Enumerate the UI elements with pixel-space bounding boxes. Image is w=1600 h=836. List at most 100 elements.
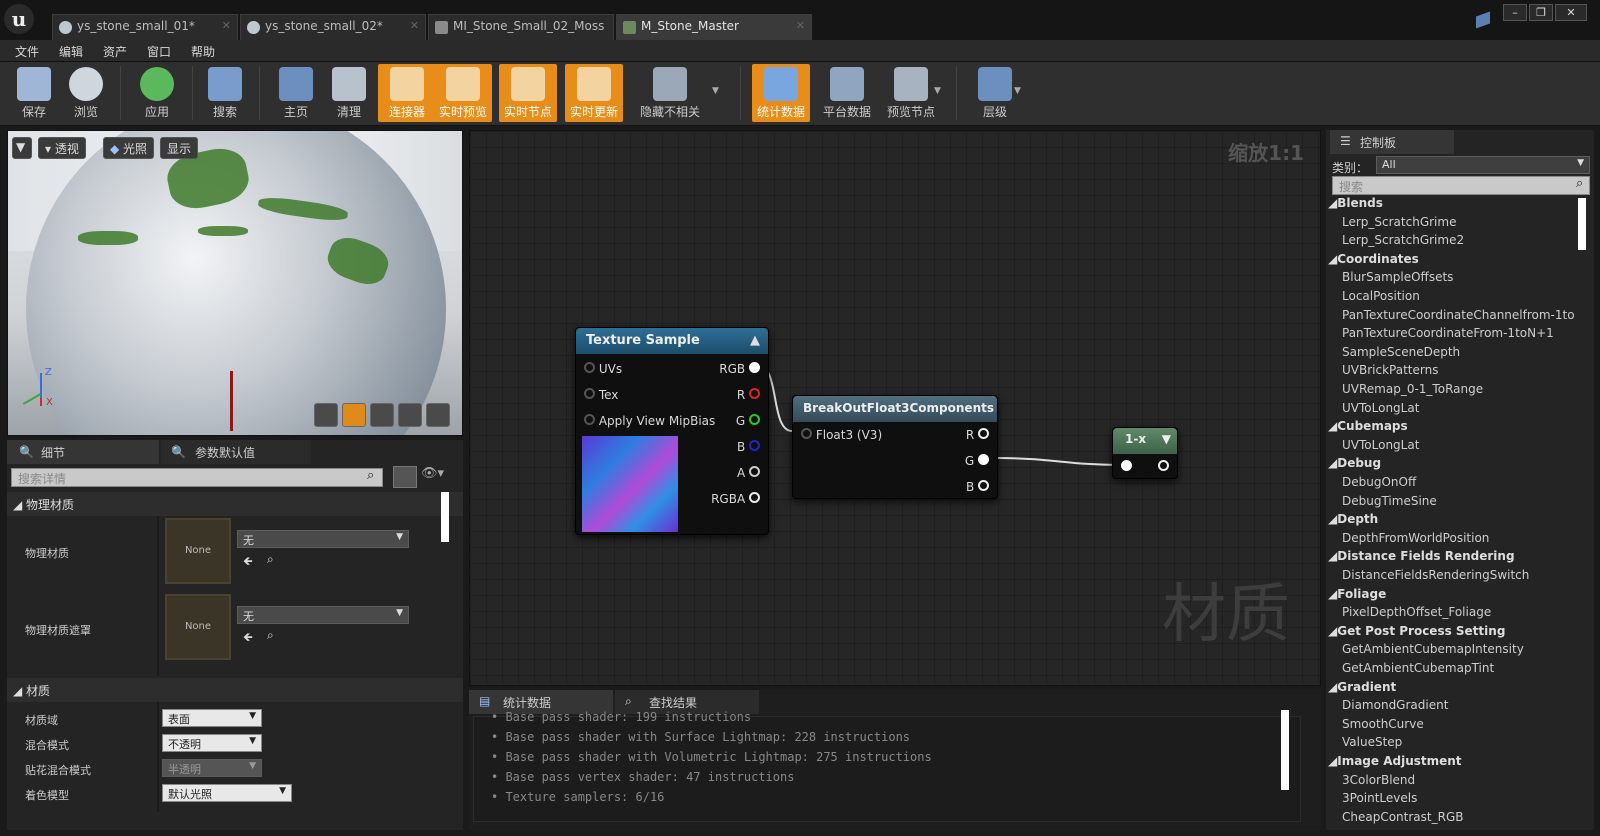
category-physical-material[interactable]: ◢ 物理材质 <box>7 492 463 516</box>
palette-item[interactable]: PixelDepthOffset_Foliage <box>1342 605 1491 619</box>
palette-item[interactable]: DebugTimeSine <box>1342 494 1437 508</box>
show-button[interactable]: 显示 <box>160 137 199 159</box>
collapse-arrow-icon[interactable]: ▼ <box>1162 432 1171 446</box>
category-material[interactable]: ◢ 材质 <box>7 678 463 702</box>
search-button[interactable]: 搜索 <box>196 64 254 122</box>
scrollbar-thumb[interactable] <box>441 492 449 542</box>
palette-category[interactable]: ◢Image Adjustment <box>1328 754 1462 768</box>
preview-viewport[interactable]: Z X ▼ ▾ 透视 ◆ 光照 显示 <box>7 130 463 436</box>
browse-magnifier-icon[interactable]: ⌕ <box>267 552 274 567</box>
eye-icon[interactable]: 👁▾ <box>421 466 451 488</box>
close-icon[interactable]: ✕ <box>410 19 419 32</box>
pin-float3[interactable]: Float3 (V3) <box>801 428 882 442</box>
chevron-down-icon[interactable]: ▼ <box>712 86 719 96</box>
pin-rgb[interactable]: RGB <box>719 362 760 376</box>
palette-item[interactable]: CheapContrast_RGB <box>1342 810 1463 824</box>
pin-output[interactable] <box>1158 460 1169 474</box>
pin-r[interactable]: R <box>737 388 760 402</box>
unreal-logo-icon[interactable]: u <box>4 4 34 34</box>
close-icon[interactable]: ✕ <box>796 19 805 32</box>
shading-model-select[interactable]: 默认光照 ▼ <box>162 784 292 802</box>
palette-item[interactable]: UVRemap_0-1_ToRange <box>1342 382 1483 396</box>
plane-preview-button[interactable] <box>370 403 394 427</box>
pin-g[interactable]: G <box>736 414 760 428</box>
palette-item[interactable]: DistanceFieldsRenderingSwitch <box>1342 568 1529 582</box>
browse-button[interactable]: 浏览 <box>57 64 115 122</box>
collapse-arrow-icon[interactable]: ▲ <box>750 333 760 348</box>
palette-item[interactable]: LocalPosition <box>1342 289 1420 303</box>
palette-category[interactable]: ◢Gradient <box>1328 680 1396 694</box>
tab-m-stone-master[interactable]: M_Stone_Master ✕ <box>616 14 812 40</box>
palette-item[interactable]: 3ColorBlend <box>1342 773 1415 787</box>
palette-item[interactable]: DebugOnOff <box>1342 475 1416 489</box>
palette-item[interactable]: Lerp_ScratchGrime2 <box>1342 233 1464 247</box>
palette-item[interactable]: GetAmbientCubemapTint <box>1342 661 1494 675</box>
browse-magnifier-icon[interactable]: ⌕ <box>267 628 274 643</box>
tab-palette[interactable]: ☰ 控制板 <box>1330 130 1454 154</box>
maximize-button[interactable]: ❐ <box>1529 4 1553 21</box>
palette-category[interactable]: ◢Distance Fields Rendering <box>1328 549 1515 563</box>
pin-input[interactable] <box>1121 460 1132 474</box>
chevron-down-icon[interactable]: ▼ <box>1014 86 1021 96</box>
palette-item[interactable]: 3PointLevels <box>1342 791 1417 805</box>
palette-category[interactable]: ◢Get Post Process Setting <box>1328 624 1505 638</box>
palette-item[interactable]: PanTextureCoordinateChannelfrom-1to <box>1342 308 1575 322</box>
palette-item[interactable]: DepthFromWorldPosition <box>1342 531 1489 545</box>
stats-toggle[interactable]: 统计数据 <box>752 64 810 122</box>
menu-window[interactable]: 窗口 <box>147 43 171 60</box>
palette-item[interactable]: DiamondGradient <box>1342 698 1448 712</box>
texture-sample-node[interactable]: Texture Sample ▲ UVs Tex Apply View MipBi… <box>575 327 769 535</box>
palette-category[interactable]: ◢Foliage <box>1328 587 1386 601</box>
breakout-float3-node[interactable]: BreakOutFloat3Components Float3 (V3) R G… <box>792 395 998 499</box>
palette-search-input[interactable]: 搜索 <box>1332 176 1590 195</box>
pin-a[interactable]: A <box>737 466 760 480</box>
pin-out-g[interactable]: G <box>965 454 989 468</box>
phys-mask-thumbnail[interactable]: None <box>165 594 231 660</box>
phys-mask-combo[interactable]: 无 ▼ <box>237 606 409 624</box>
menu-file[interactable]: 文件 <box>15 43 39 60</box>
details-search-input[interactable]: 搜索详情 <box>11 468 383 487</box>
platform-stats-button[interactable]: 平台数据 <box>816 64 878 122</box>
palette-item[interactable]: PanTextureCoordinateFrom-1toN+1 <box>1342 326 1554 340</box>
save-button[interactable]: 保存 <box>5 64 63 122</box>
pin-tex[interactable]: Tex <box>584 388 618 402</box>
palette-category[interactable]: ◢Debug <box>1328 456 1381 470</box>
palette-item[interactable]: ValueStep <box>1342 735 1402 749</box>
menu-asset[interactable]: 资产 <box>103 43 127 60</box>
material-domain-select[interactable]: 表面 ▼ <box>162 709 262 727</box>
apply-button[interactable]: 应用 <box>128 64 186 122</box>
pin-out-r[interactable]: R <box>966 428 989 442</box>
scrollbar-thumb[interactable] <box>1281 710 1289 790</box>
pin-rgba[interactable]: RGBA <box>711 492 760 506</box>
tab-mi-stone-small-02-moss[interactable]: MI_Stone_Small_02_Moss <box>428 14 614 40</box>
live-update-toggle[interactable]: 实时更新 <box>565 64 623 122</box>
viewport-options-button[interactable]: ▼ <box>12 137 32 159</box>
tab-ys-stone-small-01[interactable]: ys_stone_small_01* ✕ <box>52 14 238 40</box>
palette-category[interactable]: ◢Depth <box>1328 512 1378 526</box>
palette-item[interactable]: SmoothCurve <box>1342 717 1424 731</box>
sphere-preview-button[interactable] <box>342 403 366 427</box>
pin-uvs[interactable]: UVs <box>584 362 622 376</box>
home-button[interactable]: 主页 <box>267 64 325 122</box>
palette-item[interactable]: Lerp_ScratchGrime <box>1342 215 1456 229</box>
view-grid-icon[interactable] <box>393 466 417 488</box>
live-nodes-toggle[interactable]: 实时节点 <box>499 64 557 122</box>
palette-item[interactable]: SampleSceneDepth <box>1342 345 1460 359</box>
scrollbar-thumb[interactable] <box>1578 198 1586 250</box>
live-preview-toggle[interactable]: 实时预览 <box>434 64 492 122</box>
lit-button[interactable]: ◆ 光照 <box>103 137 155 159</box>
one-minus-node[interactable]: 1-x ▼ <box>1112 427 1178 479</box>
tab-details[interactable]: 🔍 细节 <box>7 440 159 464</box>
menu-edit[interactable]: 编辑 <box>59 43 83 60</box>
cube-preview-button[interactable] <box>398 403 422 427</box>
pin-b[interactable]: B <box>737 440 760 454</box>
blend-mode-select[interactable]: 不透明 ▼ <box>162 734 262 752</box>
mesh-preview-button[interactable] <box>426 403 450 427</box>
palette-category[interactable]: ◢Coordinates <box>1328 252 1419 266</box>
palette-item[interactable]: UVToLongLat <box>1342 438 1419 452</box>
tab-parameter-defaults[interactable]: 🔍 参数默认值 <box>161 440 311 464</box>
palette-item[interactable]: UVBrickPatterns <box>1342 363 1438 377</box>
palette-item[interactable]: UVToLongLat <box>1342 401 1419 415</box>
phys-material-thumbnail[interactable]: None <box>165 518 231 584</box>
palette-item[interactable]: GetAmbientCubemapIntensity <box>1342 642 1524 656</box>
